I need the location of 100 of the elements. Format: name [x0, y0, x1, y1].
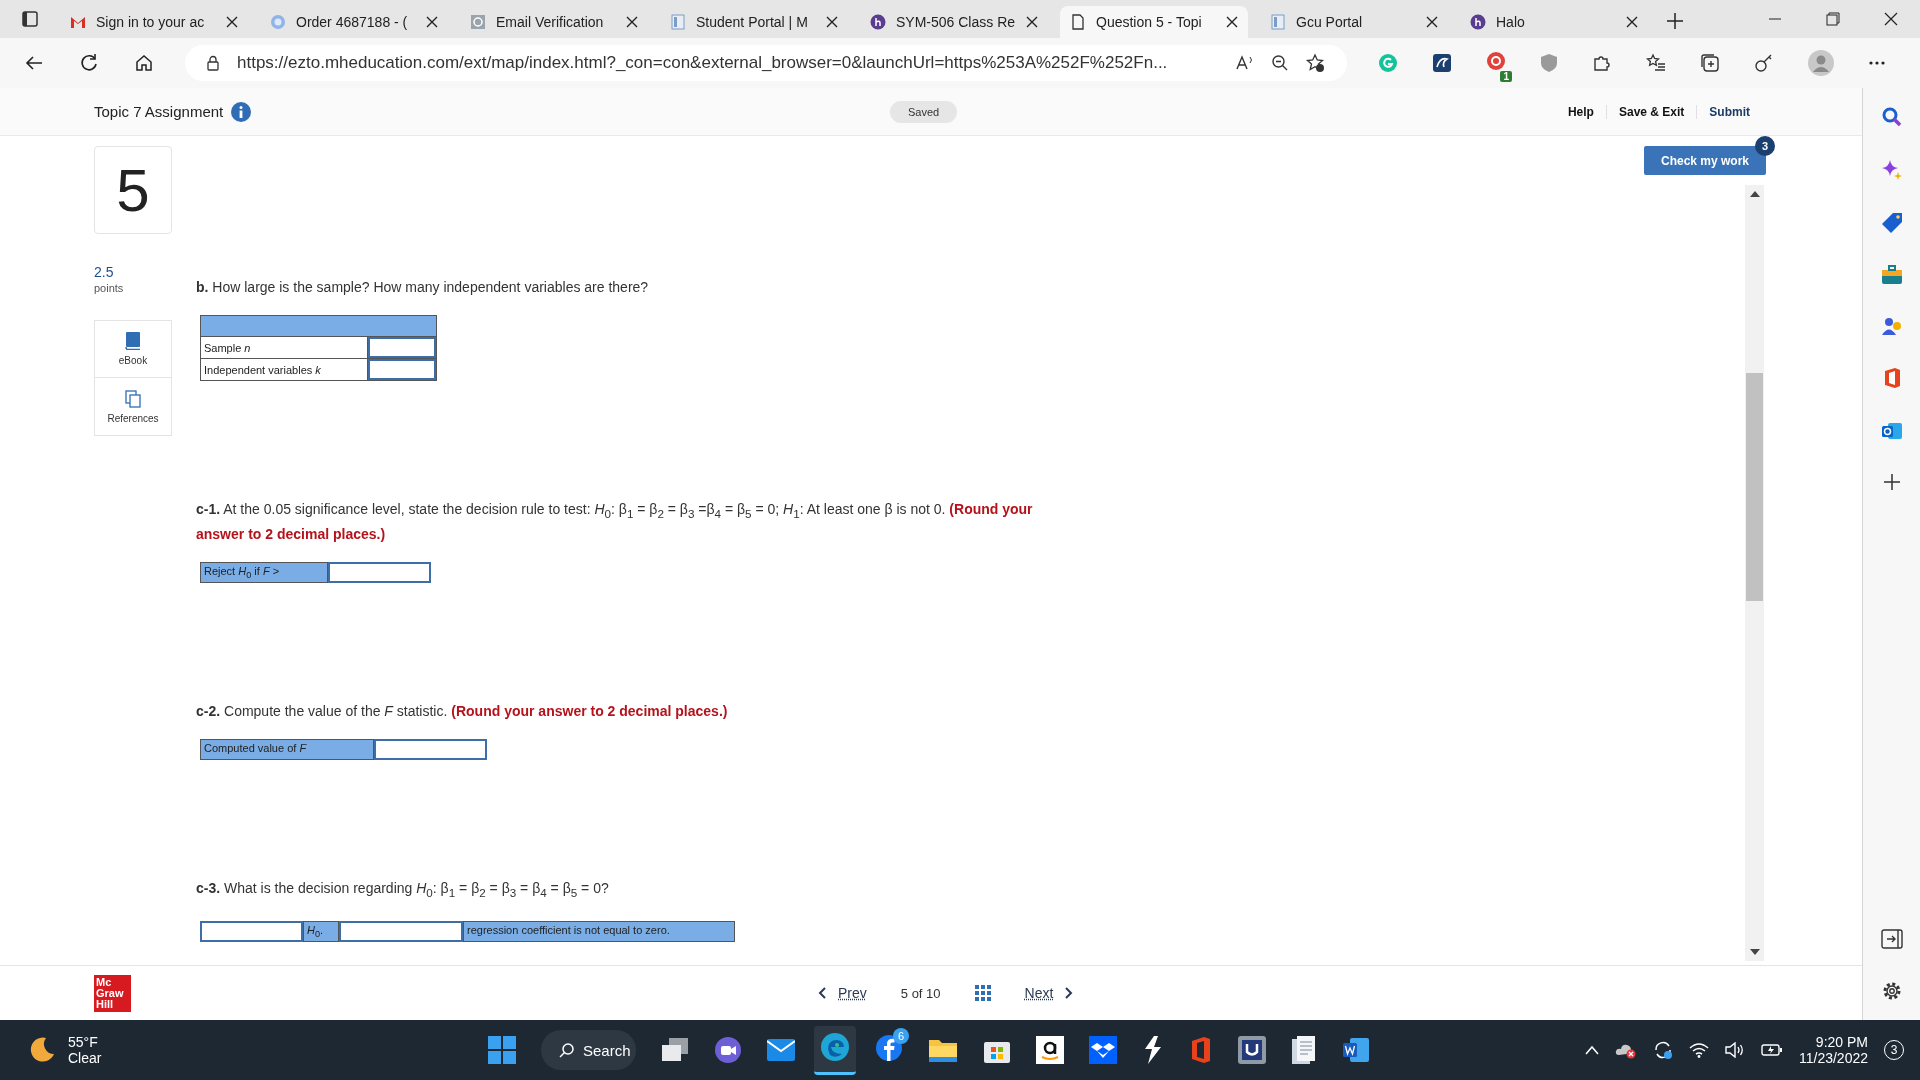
scroll-down-icon[interactable] [1749, 949, 1760, 955]
new-tab-icon[interactable] [1666, 12, 1684, 30]
office-icon[interactable] [1189, 1036, 1213, 1064]
next-link[interactable]: Next [1024, 985, 1074, 1001]
avatar-icon[interactable] [1808, 50, 1834, 76]
shopping-icon[interactable] [1036, 1036, 1064, 1064]
answer-field[interactable] [368, 337, 436, 358]
browser-tab[interactable]: Sign in to your ac [60, 6, 248, 38]
tag-icon[interactable] [1880, 212, 1903, 234]
folder-icon[interactable] [928, 1037, 958, 1063]
header-link[interactable]: Submit [1697, 104, 1762, 119]
browser-tab[interactable]: Halo [1460, 6, 1648, 38]
question-text: b. How large is the sample? How many independent variables are there? [196, 278, 650, 297]
shield-icon[interactable] [1540, 53, 1558, 73]
restore-icon[interactable] [1826, 12, 1840, 26]
close-icon[interactable] [226, 16, 238, 28]
answer-field[interactable] [339, 920, 463, 942]
close-icon[interactable] [426, 16, 438, 28]
search-icon[interactable] [1880, 106, 1903, 128]
close-icon[interactable] [1884, 12, 1898, 26]
wifi-icon[interactable] [1688, 1042, 1709, 1058]
read-aloud-icon[interactable] [1235, 54, 1255, 72]
add-icon[interactable] [1882, 473, 1901, 491]
grid-icon[interactable] [974, 985, 991, 1001]
clock-time[interactable]: 9:20 PM [1815, 1034, 1868, 1050]
question-text: c-2. Compute the value of the F statistic. (Round your answer to 2 decimal places.) [196, 701, 729, 721]
chevron-right-icon [1065, 987, 1074, 999]
document-icon[interactable] [1291, 1035, 1317, 1065]
close-icon[interactable] [826, 16, 838, 28]
zoom-icon[interactable] [1271, 54, 1289, 72]
answer-field[interactable] [374, 738, 487, 760]
taskbar-search[interactable]: Search [541, 1030, 636, 1070]
tab-actions-icon[interactable] [21, 10, 39, 28]
field-label: regression coefficient is not equal to zero. [463, 920, 735, 942]
copies-icon [125, 389, 141, 408]
scroll-up-icon[interactable] [1749, 191, 1760, 197]
puzzle-icon[interactable] [1592, 53, 1612, 73]
answer-field[interactable] [328, 561, 431, 583]
clock-date[interactable]: 11/23/2022 [1798, 1050, 1868, 1066]
circle-icon [870, 14, 886, 30]
header-link[interactable]: Save & Exit [1606, 104, 1698, 119]
answer-field[interactable] [200, 920, 303, 942]
box-icon[interactable] [1089, 1036, 1117, 1064]
lock-icon[interactable] [205, 55, 221, 71]
briefcase-icon[interactable] [1880, 265, 1903, 285]
favorites-icon[interactable] [1646, 53, 1666, 73]
close-icon[interactable] [1426, 16, 1438, 28]
close-icon[interactable] [1226, 16, 1238, 28]
temperature: 55°F [68, 1034, 99, 1050]
collections-icon[interactable] [1700, 53, 1720, 73]
chevron-up-icon[interactable] [1584, 1045, 1599, 1055]
mail-icon [70, 14, 86, 30]
document-icon [670, 14, 686, 30]
header-link[interactable]: Help [1555, 104, 1607, 119]
extension-icon[interactable] [1432, 53, 1452, 73]
more-icon[interactable] [1868, 60, 1886, 66]
weather-condition: Clear [68, 1050, 102, 1066]
close-icon[interactable] [1026, 16, 1038, 28]
search-icon [559, 1042, 575, 1058]
address-field[interactable]: https://ezto.mheducation.com/ext/map/index.html?_con=con&external_browser=0&launchUrl=https%253A%252F%252Fn... [185, 45, 1347, 81]
shield-app-icon[interactable] [1238, 1036, 1266, 1064]
task-view-icon[interactable] [661, 1037, 689, 1063]
mail-app-icon[interactable] [1880, 420, 1903, 442]
people-icon[interactable] [1880, 316, 1903, 336]
battery-icon[interactable] [1760, 1042, 1783, 1058]
browser-tab[interactable]: Email Verification [460, 6, 648, 38]
mail-icon[interactable] [767, 1039, 795, 1061]
info-icon[interactable] [231, 101, 252, 122]
table-cell: Independent variables k [200, 358, 368, 381]
close-icon[interactable] [626, 16, 638, 28]
assignment-title: Topic 7 Assignment [94, 103, 224, 120]
video-chat-icon[interactable] [714, 1036, 742, 1064]
attempts-badge: 3 [1755, 136, 1775, 156]
favorite-icon[interactable] [1305, 53, 1325, 73]
facebook-icon[interactable] [875, 1034, 903, 1062]
close-icon[interactable] [1626, 16, 1638, 28]
answer-field[interactable] [368, 359, 436, 380]
lightning-icon[interactable] [1142, 1035, 1164, 1065]
saved-status: Saved [890, 100, 958, 123]
browser-icon[interactable] [820, 1031, 850, 1062]
browser-tab[interactable]: Order 4687188 - ( [260, 6, 448, 38]
volume-icon[interactable] [1724, 1042, 1745, 1058]
scrollbar-thumb[interactable] [1746, 373, 1763, 601]
start-icon[interactable] [488, 1036, 516, 1064]
home-icon[interactable] [134, 53, 154, 73]
prev-link[interactable]: Prev [818, 985, 867, 1001]
browser-tab[interactable]: Gcu Portal [1260, 6, 1448, 38]
sync-icon[interactable] [1652, 1040, 1673, 1060]
points-label: points [94, 282, 125, 294]
field-label: Reject H$_{0}$ if F > [200, 561, 328, 583]
sidebar-toggle-icon[interactable] [1880, 929, 1903, 949]
circle-icon [1470, 14, 1486, 30]
page-icon [1070, 14, 1086, 30]
browser-tab[interactable]: Question 5 - Topi [1060, 6, 1248, 38]
extension-icon[interactable] [1754, 53, 1774, 73]
browser-tab[interactable]: SYM-506 Class Re [860, 6, 1048, 38]
browser-tab[interactable]: Student Portal | M [660, 6, 848, 38]
refresh-icon[interactable] [79, 53, 99, 73]
book-icon [125, 332, 141, 350]
word-icon[interactable] [1342, 1037, 1370, 1063]
